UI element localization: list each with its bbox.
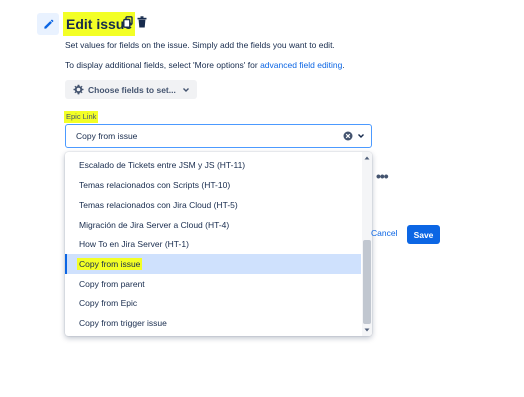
save-button[interactable]: Save <box>407 225 440 244</box>
dropdown-scrollbar[interactable] <box>362 152 372 336</box>
epic-link-value: Copy from issue <box>76 131 138 141</box>
option-label: Temas relacionados con Scripts (HT-10) <box>79 180 231 190</box>
scrollbar-thumb[interactable] <box>363 240 371 324</box>
choose-fields-label: Choose fields to set... <box>88 84 176 95</box>
option-label: Copy from trigger issue <box>79 318 167 328</box>
option-label: Copy from issue <box>77 258 143 270</box>
dropdown-option[interactable]: Copy from parent <box>65 274 361 294</box>
advanced-field-editing-link[interactable]: advanced field editing <box>260 60 342 70</box>
dropdown-option[interactable]: Copy from Epic <box>65 293 361 313</box>
trash-icon[interactable] <box>137 16 147 28</box>
option-label: Escalado de Tickets entre JSM y JS (HT-1… <box>79 160 246 170</box>
option-label: Migración de Jira Server a Cloud (HT-4) <box>79 220 230 230</box>
cancel-button[interactable]: Cancel <box>371 228 397 238</box>
description-prefix: To display additional fields, select 'Mo… <box>65 60 261 70</box>
option-label: Temas relacionados con Jira Cloud (HT-5) <box>79 200 238 210</box>
gear-icon <box>73 84 84 95</box>
dropdown-option[interactable]: Temas relacionados con Jira Cloud (HT-5) <box>65 195 361 215</box>
chevron-down-icon <box>182 86 190 94</box>
option-label: Copy from Epic <box>79 298 138 308</box>
dropdown-option[interactable]: Escalado de Tickets entre JSM y JS (HT-1… <box>65 155 361 175</box>
chevron-down-icon[interactable] <box>357 132 365 140</box>
dropdown-option[interactable]: Migración de Jira Server a Cloud (HT-4) <box>65 215 361 235</box>
clear-icon[interactable] <box>343 131 353 141</box>
description-suffix: . <box>342 60 345 70</box>
copy-icon[interactable] <box>123 16 133 28</box>
epic-link-select[interactable]: Copy from issue <box>65 124 372 148</box>
more-options-button[interactable]: ••• <box>376 168 389 184</box>
epic-link-dropdown: Escalado de Tickets entre JSM y JS (HT-1… <box>65 152 372 336</box>
pencil-icon <box>43 19 53 29</box>
scroll-up-arrow-icon[interactable] <box>364 155 370 161</box>
option-label: How To en Jira Server (HT-1) <box>79 239 189 249</box>
dropdown-option[interactable]: Temas relacionados con Scripts (HT-10) <box>65 175 361 195</box>
choose-fields-button[interactable]: Choose fields to set... <box>65 80 197 99</box>
description-more-options: To display additional fields, select 'Mo… <box>65 60 345 70</box>
dropdown-option-selected[interactable]: Copy from issue <box>65 254 361 274</box>
epic-link-label: Epic Link <box>64 111 99 123</box>
dropdown-option[interactable]: Copy from trigger issue <box>65 313 361 333</box>
option-label: Copy from parent <box>79 279 145 289</box>
description-text: Set values for fields on the issue. Simp… <box>65 40 335 50</box>
dropdown-option[interactable]: How To en Jira Server (HT-1) <box>65 234 361 254</box>
scroll-down-arrow-icon[interactable] <box>364 327 370 333</box>
edit-pencil-button[interactable] <box>37 13 59 35</box>
